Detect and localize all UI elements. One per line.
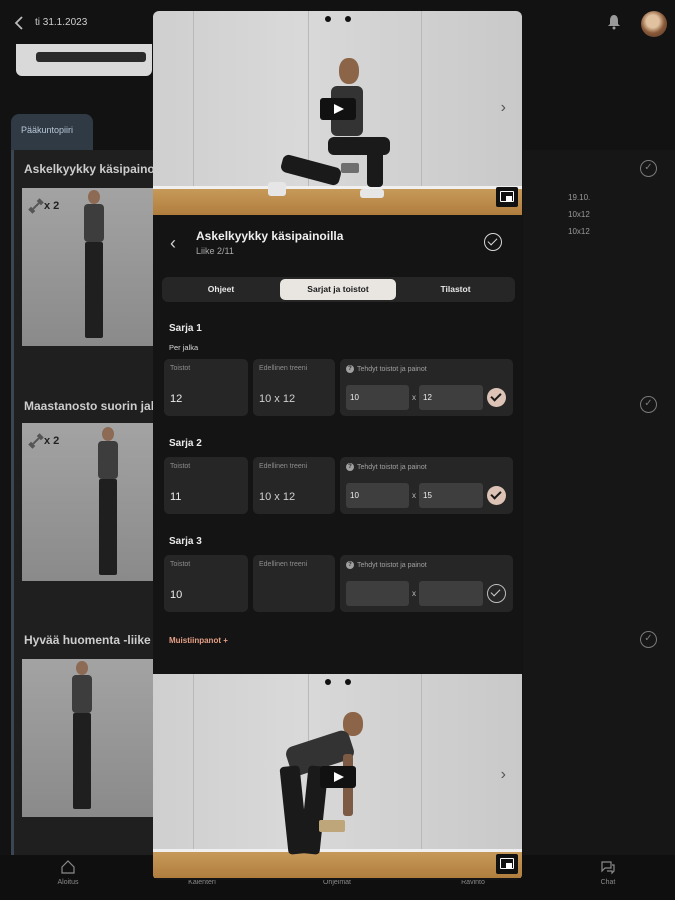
reps-value: 11: [170, 491, 182, 503]
nav-home[interactable]: Aloitus: [38, 859, 98, 886]
set-title: Sarja 2: [169, 438, 202, 449]
exercise-title[interactable]: Maastanosto suorin jaloin: [24, 399, 172, 413]
exercise-image[interactable]: [22, 659, 153, 817]
equipment-image: [16, 44, 152, 76]
history-panel: [523, 150, 675, 855]
help-icon[interactable]: ?: [346, 365, 354, 373]
nav-calendar[interactable]: Kalenteri: [172, 879, 232, 886]
nav-programs[interactable]: Ohjelmat: [307, 879, 367, 886]
tab-instructions[interactable]: Ohjeet: [164, 279, 278, 300]
home-icon: [61, 860, 75, 874]
tab-sets-and-reps[interactable]: Sarjat ja toistot: [280, 279, 396, 300]
history-value: 10x12: [568, 210, 590, 219]
exercise-title: Askelkyykky käsipainoilla: [196, 229, 344, 243]
done-reps-weights-box: ? Tehdyt toistot ja painot 10 x 12: [340, 359, 513, 416]
video-pager-dots: [324, 16, 351, 22]
back-chevron-icon[interactable]: ‹: [170, 233, 176, 254]
exercise-title[interactable]: Askelkyykky käsipainoilla: [24, 162, 171, 176]
weight-input[interactable]: 10: [346, 483, 409, 508]
exercise-video[interactable]: ›: [153, 11, 522, 215]
previous-workout-box: Edellinen treeni: [253, 555, 335, 612]
help-icon[interactable]: ?: [346, 561, 354, 569]
previous-workout-box: Edellinen treeni 10 x 12: [253, 359, 335, 416]
done-reps-input[interactable]: 15: [419, 483, 483, 508]
reps-value: 10: [170, 589, 183, 601]
history-date: 19.10.: [568, 193, 591, 202]
done-reps-weights-box: ? Tehdyt toistot ja painot 10 x 15: [340, 457, 513, 514]
nav-chat[interactable]: Chat: [578, 859, 638, 886]
dumbbell-icon: [28, 198, 44, 214]
tab-bar: Ohjeet Sarjat ja toistot Tilastot: [162, 277, 515, 302]
per-side-label: Per jalka: [169, 343, 199, 352]
done-reps-input[interactable]: 12: [419, 385, 483, 410]
exercise-modal: › ‹ Askelkyykky käsipainoilla Liike 2/11…: [153, 11, 522, 880]
set-title: Sarja 3: [169, 536, 202, 547]
weight-input[interactable]: [346, 581, 409, 606]
done-reps-weights-box: ? Tehdyt toistot ja painot x: [340, 555, 513, 612]
picture-in-picture-icon[interactable]: [496, 187, 518, 207]
previous-value: 10 x 12: [259, 491, 296, 503]
date-label: ti 31.1.2023: [35, 17, 88, 28]
tab-statistics[interactable]: Tilastot: [398, 279, 513, 300]
picture-in-picture-icon[interactable]: [496, 854, 518, 874]
back-arrow-icon[interactable]: [12, 14, 28, 32]
bell-icon[interactable]: [607, 14, 621, 30]
set-complete-check-icon[interactable]: [487, 486, 506, 505]
chat-icon: [601, 861, 615, 875]
exercise-done-check-icon[interactable]: ✓: [640, 631, 657, 648]
reps-value: 12: [170, 393, 183, 405]
chevron-right-icon[interactable]: ›: [501, 766, 506, 784]
tab-main-circuit[interactable]: Pääkuntopiiri: [11, 114, 93, 150]
reps-box[interactable]: Toistot 12: [164, 359, 248, 416]
exercise-image[interactable]: x 2: [22, 188, 153, 346]
weight-input[interactable]: 10: [346, 385, 409, 410]
set-title: Sarja 1: [169, 323, 202, 334]
video-pager-dots: [324, 679, 351, 685]
previous-workout-box: Edellinen treeni 10 x 12: [253, 457, 335, 514]
done-reps-input[interactable]: [419, 581, 483, 606]
add-notes-link[interactable]: Muistiinpanot +: [169, 636, 228, 645]
complete-exercise-check-icon[interactable]: [484, 233, 502, 251]
history-value: 10x12: [568, 227, 590, 236]
avatar[interactable]: [641, 11, 667, 37]
reps-box[interactable]: Toistot 10: [164, 555, 248, 612]
play-button[interactable]: [320, 98, 356, 120]
reps-box[interactable]: Toistot 11: [164, 457, 248, 514]
help-icon[interactable]: ?: [346, 463, 354, 471]
exercise-done-check-icon[interactable]: ✓: [640, 396, 657, 413]
set-complete-check-icon[interactable]: [487, 584, 506, 603]
exercise-video[interactable]: ›: [153, 674, 522, 878]
previous-value: 10 x 12: [259, 393, 296, 405]
nav-nutrition[interactable]: Ravinto: [443, 879, 503, 886]
set-complete-check-icon[interactable]: [487, 388, 506, 407]
exercise-image[interactable]: x 2: [22, 423, 153, 581]
chevron-right-icon[interactable]: ›: [501, 99, 506, 117]
exercise-title[interactable]: Hyvää huomenta -liike le: [24, 633, 164, 647]
exercise-done-check-icon[interactable]: ✓: [640, 160, 657, 177]
exercise-counter: Liike 2/11: [196, 246, 234, 256]
dumbbell-icon: [28, 433, 44, 449]
play-button[interactable]: [320, 766, 356, 788]
